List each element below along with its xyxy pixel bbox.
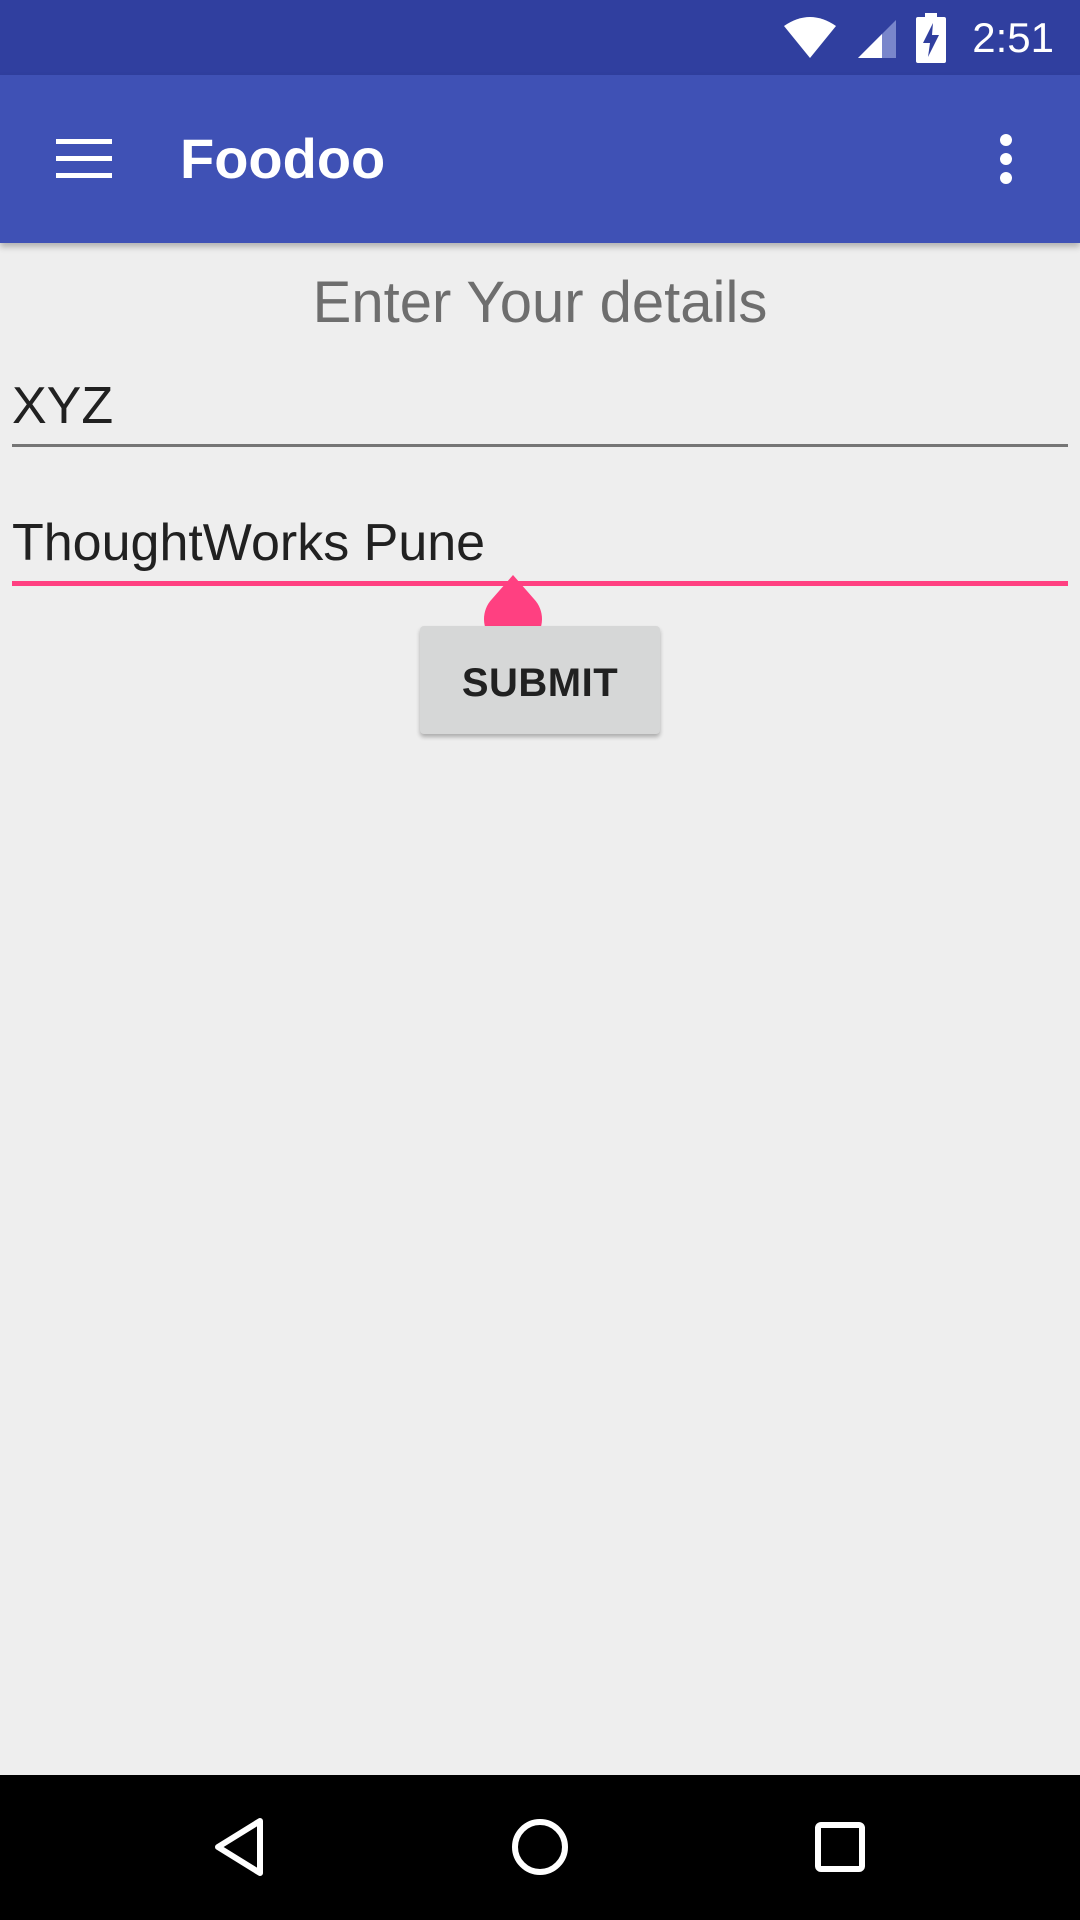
status-time: 2:51 <box>972 14 1054 61</box>
home-icon <box>512 1819 568 1875</box>
back-icon <box>215 1818 263 1876</box>
home-button[interactable] <box>490 1797 590 1897</box>
app-bar: Foodoo <box>0 75 1080 243</box>
overflow-menu-button[interactable] <box>962 115 1050 203</box>
more-vert-icon <box>1000 134 1012 184</box>
name-underline <box>12 444 1068 447</box>
recents-button[interactable] <box>790 1797 890 1897</box>
back-button[interactable] <box>190 1797 290 1897</box>
wifi-icon <box>784 16 837 58</box>
form-content: Enter Your details SUBMIT <box>0 243 1080 1775</box>
status-bar: 2:51 <box>0 0 1080 75</box>
name-input[interactable] <box>12 368 1068 444</box>
hamburger-menu-icon <box>56 139 112 178</box>
name-field <box>12 368 1068 447</box>
status-icons: 2:51 <box>782 0 1054 75</box>
submit-button[interactable]: SUBMIT <box>420 626 660 734</box>
form-heading: Enter Your details <box>312 270 768 335</box>
battery-charging-icon <box>916 12 947 63</box>
navigation-bar <box>0 1775 1080 1920</box>
app-title: Foodoo <box>180 127 386 190</box>
address-input[interactable] <box>12 505 1068 581</box>
menu-button[interactable] <box>36 115 132 203</box>
cell-signal-icon <box>858 19 897 58</box>
recents-icon <box>815 1822 865 1872</box>
screen: 2:51 Foodoo Enter Your details XYZ Thoug… <box>0 0 1080 1920</box>
